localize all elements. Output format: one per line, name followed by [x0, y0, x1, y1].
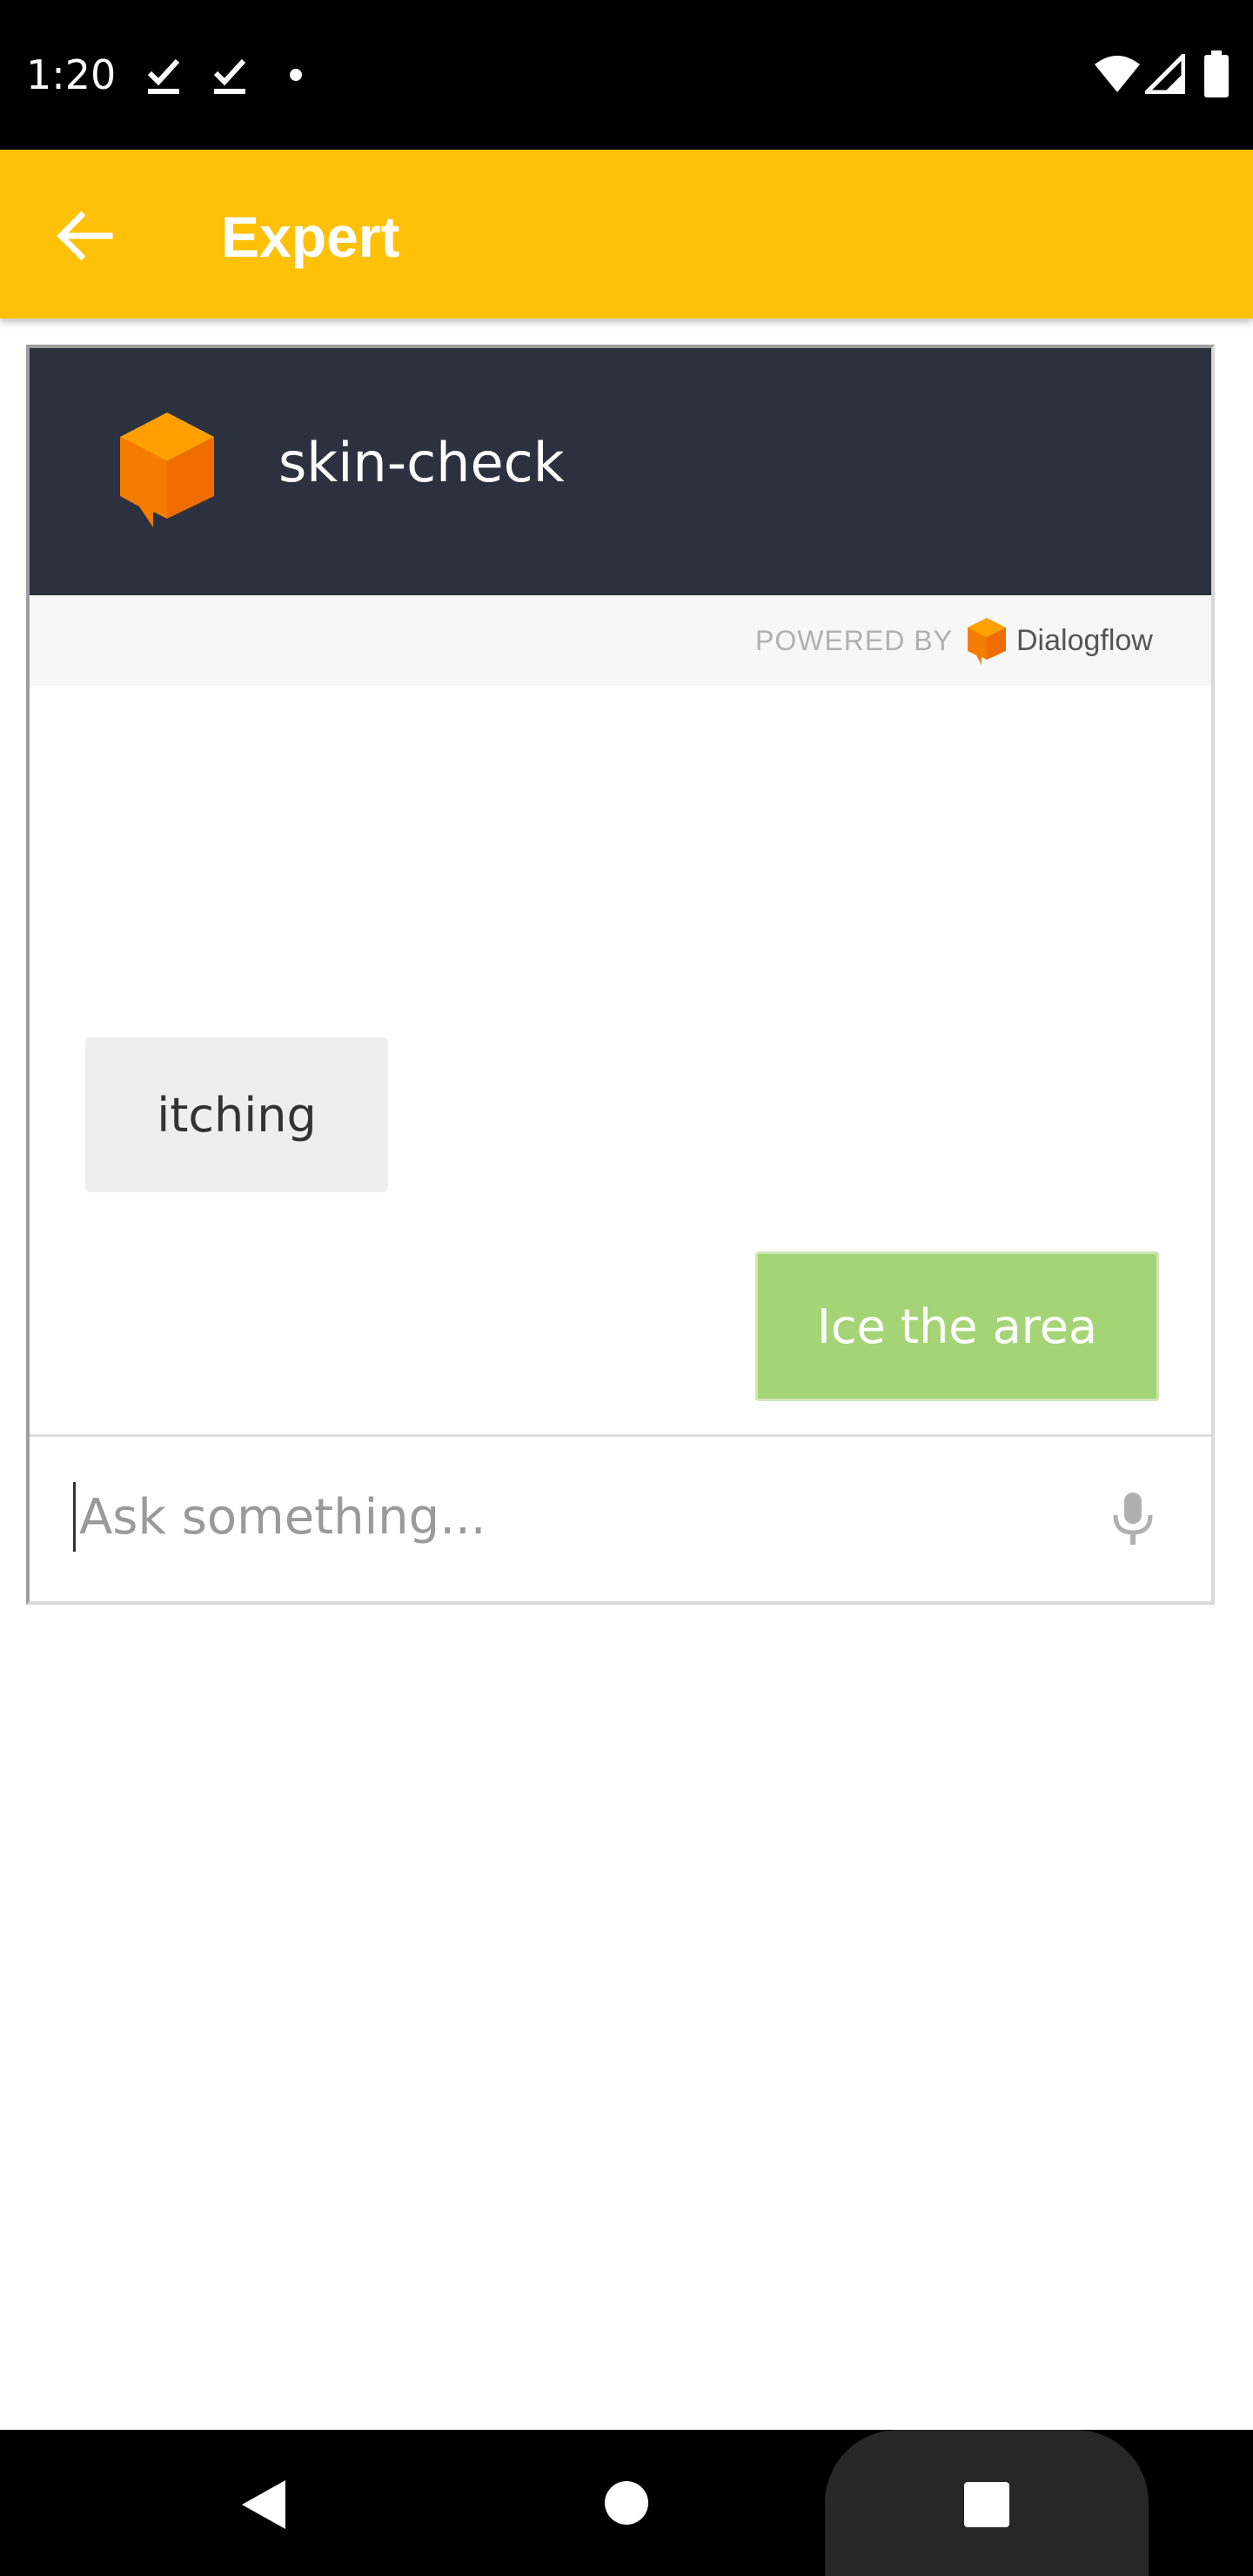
message-input-bar [30, 1434, 1211, 1601]
dialogflow-small-logo-icon [968, 618, 1006, 665]
home-circle-icon[interactable] [602, 2479, 651, 2527]
powered-by-strip: POWERED BY Dialogflow [30, 595, 1211, 686]
battery-icon [1204, 50, 1229, 97]
back-triangle-icon[interactable] [237, 2477, 289, 2532]
dot-icon [290, 69, 302, 81]
status-time: 1:20 [26, 51, 117, 98]
page-title: Expert [221, 205, 400, 269]
back-arrow-icon[interactable] [52, 202, 120, 270]
bot-name: skin-check [278, 431, 565, 494]
dialogflow-brand-label: Dialogflow [1016, 624, 1153, 657]
check-download-icon [213, 58, 246, 94]
wifi-icon [1095, 56, 1140, 92]
recents-square-icon[interactable] [964, 2482, 1009, 2527]
bot-message-bubble: itching [85, 1037, 388, 1192]
ask-input[interactable] [73, 1482, 1071, 1552]
microphone-icon[interactable] [1102, 1487, 1164, 1550]
bot-header: skin-check [30, 348, 1211, 595]
powered-by-label: POWERED BY [755, 625, 953, 656]
user-message-bubble: Ice the area [755, 1251, 1159, 1401]
chat-widget: skin-check POWERED BY Dialogflow itching… [26, 345, 1215, 1605]
navigation-bar [0, 2430, 1253, 2576]
check-download-icon [147, 58, 180, 94]
status-bar: 1:20 [0, 0, 1253, 150]
cell-signal-icon [1145, 54, 1185, 94]
dialogflow-logo-icon [120, 413, 214, 527]
message-list: itching Ice the area [30, 686, 1211, 1438]
app-bar: Expert [0, 150, 1253, 319]
